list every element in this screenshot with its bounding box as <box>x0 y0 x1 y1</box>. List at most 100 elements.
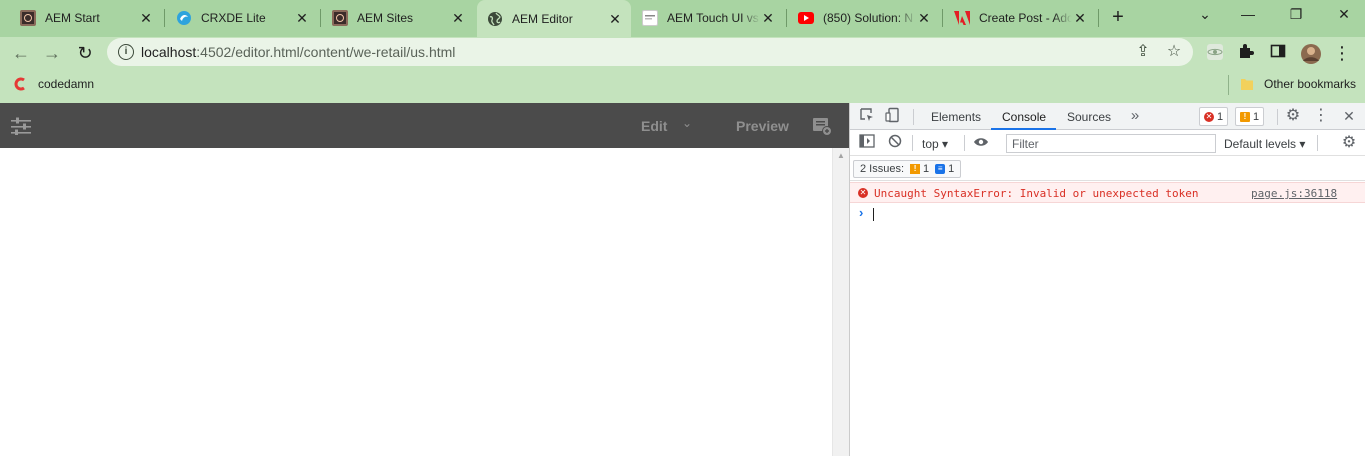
close-icon[interactable]: ✕ <box>1072 10 1088 26</box>
tab-separator <box>1098 9 1099 27</box>
aem-editor-header: Edit ⌄ Preview <box>0 103 849 148</box>
context-label: top <box>922 137 939 151</box>
devtools-tabbar: Elements Console Sources » ✕ 1 ! 1 ⚙ ⋮ ✕ <box>850 103 1365 130</box>
close-icon[interactable]: ✕ <box>916 10 932 26</box>
settings-gear-icon[interactable]: ⚙ <box>1284 107 1302 125</box>
annotations-icon[interactable] <box>812 116 832 136</box>
device-toolbar-icon[interactable] <box>884 107 902 125</box>
scroll-up-arrow-icon[interactable]: ▲ <box>837 151 845 160</box>
profile-avatar[interactable] <box>1300 43 1321 64</box>
tab-title: AEM Touch UI vs <box>667 10 759 25</box>
issues-label: 2 Issues: <box>860 163 905 175</box>
devtools-menu-icon[interactable]: ⋮ <box>1312 107 1330 125</box>
tab-title: AEM Start <box>45 10 100 25</box>
page-scrollbar[interactable]: ▲ <box>832 148 849 456</box>
inspect-element-icon[interactable] <box>858 107 876 125</box>
forward-icon[interactable]: → <box>40 41 64 65</box>
tab-aem-start[interactable]: AEM Start ✕ <box>10 1 162 34</box>
context-selector[interactable]: top ▾ <box>922 137 948 151</box>
more-tabs-chevron-icon[interactable]: » <box>1126 107 1144 125</box>
window-close-icon[interactable]: ✕ <box>1329 6 1359 26</box>
console-prompt[interactable]: › <box>850 204 1365 224</box>
tab-strip: AEM Start ✕ CRXDE Lite ✕ AEM Sites ✕ AEM… <box>0 0 1365 37</box>
tab-title: AEM Sites <box>357 10 414 25</box>
other-bookmarks-label: Other bookmarks <box>1264 77 1357 91</box>
extensions-puzzle-icon[interactable] <box>1236 43 1256 63</box>
tab-console[interactable]: Console <box>1002 110 1046 124</box>
log-levels-label: Default levels <box>1224 137 1297 151</box>
error-icon: ✕ <box>1204 111 1214 122</box>
tab-aem-touch-ui[interactable]: AEM Touch UI vs ✕ <box>632 1 784 34</box>
url-text[interactable]: localhost:4502/editor.html/content/we-re… <box>141 44 455 60</box>
side-panel-toggle-icon[interactable] <box>11 117 31 135</box>
tab-youtube-solution[interactable]: (850) Solution: N ✕ <box>788 1 940 34</box>
browser-toolbar: ← → ↻ i localhost:4502/editor.html/conte… <box>0 37 1365 69</box>
close-icon[interactable]: ✕ <box>294 10 310 26</box>
toolbar-divider <box>1277 109 1278 125</box>
aem-icon <box>20 9 36 26</box>
error-source-link[interactable]: page.js:36118 <box>1251 187 1337 200</box>
minimize-icon[interactable]: — <box>1233 6 1263 26</box>
other-bookmarks[interactable]: Other bookmarks <box>1240 77 1356 91</box>
back-icon[interactable]: ← <box>9 41 33 65</box>
tab-crxde-lite[interactable]: CRXDE Lite ✕ <box>166 1 318 34</box>
warning-issue-icon: ! <box>910 164 921 174</box>
chevron-down-icon[interactable]: ⌄ <box>682 116 692 130</box>
console-settings-gear-icon[interactable]: ⚙ <box>1340 134 1358 152</box>
bookmark-codedamn[interactable]: codedamn <box>14 77 94 91</box>
bookmark-star-icon[interactable]: ☆ <box>1165 43 1183 61</box>
warning-count: 1 <box>1253 110 1260 123</box>
close-icon[interactable]: ✕ <box>138 10 154 26</box>
toolbar-divider <box>1317 135 1318 151</box>
tab-separator <box>786 9 787 27</box>
chrome-menu-icon[interactable]: ⋮ <box>1332 43 1352 63</box>
preview-mode-button[interactable]: Preview <box>736 118 789 134</box>
close-icon[interactable]: ✕ <box>760 10 776 26</box>
new-tab-button[interactable]: + <box>1108 7 1128 28</box>
prompt-chevron-icon: › <box>859 205 864 220</box>
aem-icon <box>332 9 348 26</box>
tab-title: Create Post - Ado <box>979 10 1072 25</box>
restore-icon[interactable]: ❐ <box>1281 6 1311 26</box>
warning-count-badge[interactable]: ! 1 <box>1235 107 1265 126</box>
extension-react-icon[interactable] <box>1205 43 1225 63</box>
log-levels-dropdown[interactable]: Default levels ▾ <box>1224 137 1305 151</box>
bookmarks-bar: codedamn Other bookmarks <box>0 69 1365 103</box>
error-count: 1 <box>1217 110 1224 123</box>
tab-title: CRXDE Lite <box>201 10 266 25</box>
tab-separator <box>164 9 165 27</box>
bookmarks-separator <box>1228 75 1229 95</box>
close-icon[interactable]: ✕ <box>450 10 466 26</box>
side-panel-icon[interactable] <box>1268 43 1288 63</box>
show-sidebar-icon[interactable] <box>858 134 876 152</box>
error-count-badge[interactable]: ✕ 1 <box>1199 107 1229 126</box>
warning-icon: ! <box>1240 111 1250 122</box>
tab-separator <box>320 9 321 27</box>
console-error-message[interactable]: ✕ Uncaught SyntaxError: Invalid or unexp… <box>850 182 1365 203</box>
reload-icon[interactable]: ↻ <box>73 41 97 65</box>
aem-page-canvas[interactable] <box>0 148 832 456</box>
live-expression-eye-icon[interactable] <box>972 134 990 152</box>
tab-sources[interactable]: Sources <box>1067 110 1111 124</box>
close-icon[interactable]: ✕ <box>607 11 623 27</box>
globe-icon <box>487 11 503 27</box>
close-devtools-icon[interactable]: ✕ <box>1340 107 1358 125</box>
tab-aem-editor[interactable]: AEM Editor ✕ <box>477 0 631 37</box>
youtube-icon <box>798 10 814 26</box>
site-info-icon[interactable]: i <box>118 44 134 60</box>
share-icon[interactable]: ⇪ <box>1134 43 1152 61</box>
issues-button[interactable]: 2 Issues: ! 1 ≡ 1 <box>853 160 962 178</box>
tab-elements[interactable]: Elements <box>931 110 981 124</box>
console-filter-input[interactable]: Filter <box>1006 134 1216 153</box>
error-icon: ✕ <box>858 188 868 198</box>
clear-console-icon[interactable] <box>886 134 904 152</box>
toolbar-divider <box>964 135 965 151</box>
tab-search-chevron-icon[interactable]: ⌄ <box>1190 6 1220 26</box>
address-bar[interactable]: i localhost:4502/editor.html/content/we-… <box>107 38 1193 66</box>
tab-create-post[interactable]: Create Post - Ado ✕ <box>944 1 1096 34</box>
edit-mode-button[interactable]: Edit <box>641 118 667 134</box>
tab-aem-sites[interactable]: AEM Sites ✕ <box>322 1 474 34</box>
tab-title: AEM Editor <box>512 11 573 26</box>
tab-title: (850) Solution: N <box>823 10 914 25</box>
tab-separator <box>942 9 943 27</box>
